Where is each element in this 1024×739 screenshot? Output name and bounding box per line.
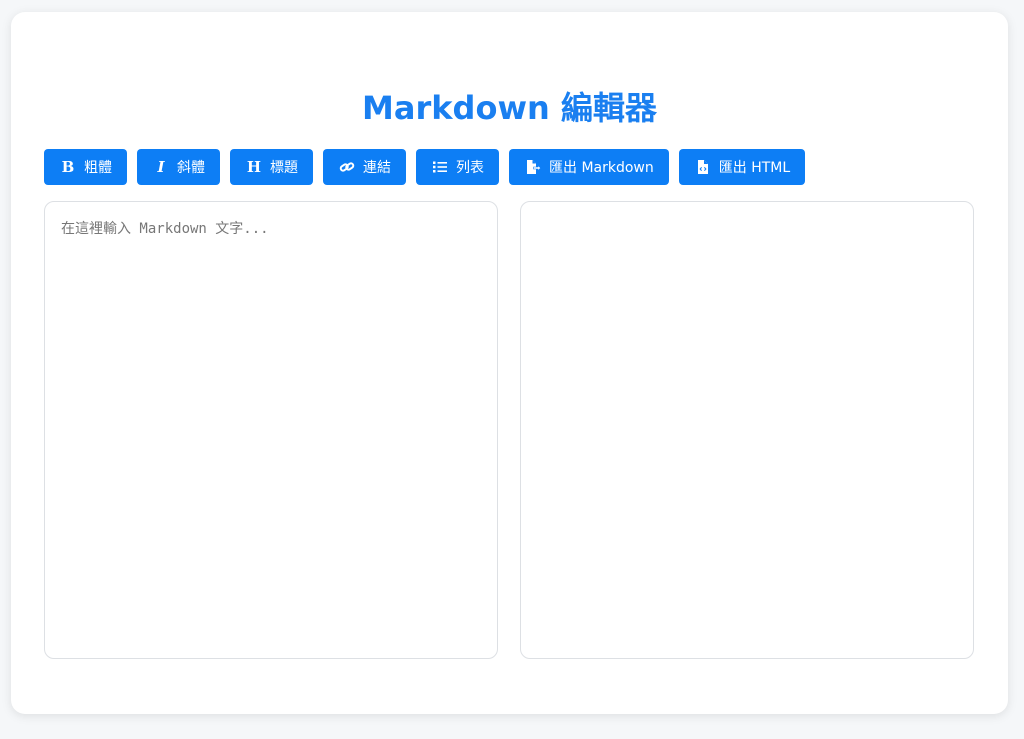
italic-button-label: 斜體 bbox=[177, 160, 205, 176]
link-icon bbox=[339, 159, 355, 175]
heading-button[interactable]: H 標題 bbox=[230, 149, 313, 185]
list-button-label: 列表 bbox=[456, 160, 484, 176]
export-markdown-button[interactable]: 匯出 Markdown bbox=[509, 149, 669, 185]
link-button[interactable]: 連結 bbox=[323, 149, 406, 185]
preview-pane bbox=[520, 201, 974, 659]
list-button[interactable]: 列表 bbox=[416, 149, 499, 185]
italic-icon: I bbox=[157, 158, 165, 176]
export-html-button[interactable]: 匯出 HTML bbox=[678, 149, 806, 185]
bold-icon: B bbox=[61, 158, 75, 176]
markdown-input[interactable] bbox=[44, 201, 498, 659]
editor-card: Markdown 編輯器 B 粗體 I 斜體 H 標題 連結 列表 匯出 Mar… bbox=[11, 12, 1008, 714]
export-html-label: 匯出 HTML bbox=[718, 160, 791, 176]
export-file-icon bbox=[525, 159, 541, 175]
heading-button-label: 標題 bbox=[270, 160, 298, 176]
html-file-icon bbox=[695, 159, 711, 175]
list-icon bbox=[432, 159, 448, 175]
bold-button[interactable]: B 粗體 bbox=[44, 149, 127, 185]
toolbar: B 粗體 I 斜體 H 標題 連結 列表 匯出 Markdown 匯出 HTML bbox=[44, 149, 806, 185]
heading-icon: H bbox=[246, 158, 262, 176]
italic-button[interactable]: I 斜體 bbox=[137, 149, 220, 185]
export-markdown-label: 匯出 Markdown bbox=[549, 160, 654, 176]
page-title: Markdown 編輯器 bbox=[362, 89, 657, 127]
bold-button-label: 粗體 bbox=[84, 160, 112, 176]
link-button-label: 連結 bbox=[363, 160, 391, 176]
